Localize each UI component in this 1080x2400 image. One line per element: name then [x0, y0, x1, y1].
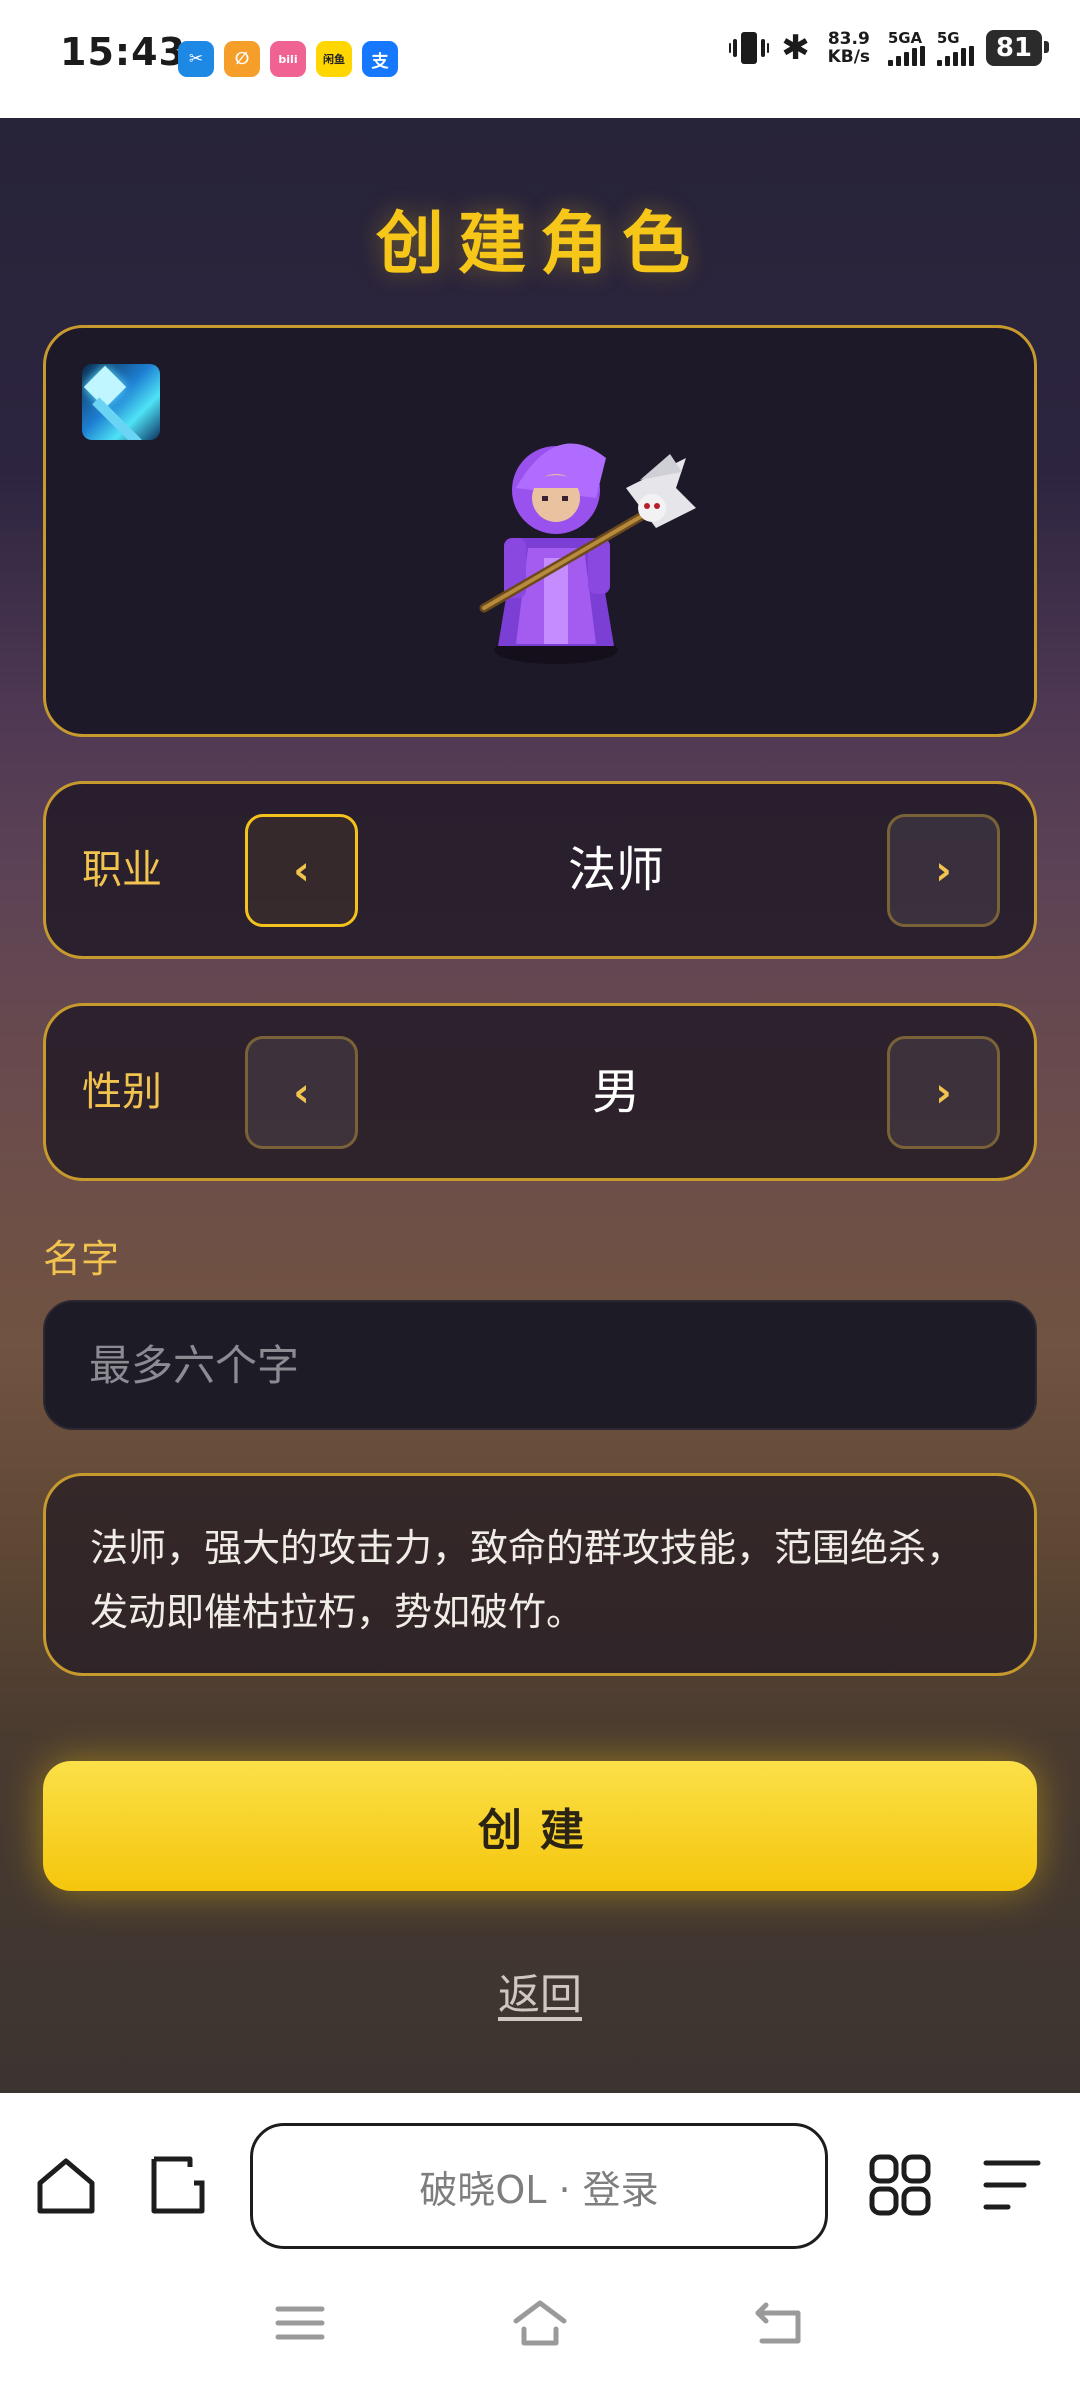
app-icon-2: ∅	[224, 41, 260, 77]
vibrate-icon	[729, 30, 770, 66]
class-value: 法师	[567, 842, 664, 898]
back-link-row: 返回	[0, 1961, 1080, 2022]
name-label: 名字	[43, 1237, 120, 1281]
class-next-button[interactable]: ›	[887, 814, 1000, 927]
system-nav-bar	[0, 2273, 1080, 2400]
class-description: 法师，强大的攻击力，致命的群攻技能，范围绝杀，发动即催枯拉朽，势如破竹。	[43, 1473, 1037, 1676]
gender-label: 性别	[82, 1069, 162, 1115]
gender-prev-button[interactable]: ‹	[245, 1036, 358, 1149]
character-preview	[43, 325, 1037, 737]
mage-staff-icon	[82, 364, 160, 440]
recents-icon[interactable]	[272, 2295, 328, 2351]
battery-icon: 81	[985, 30, 1050, 66]
gender-value: 男	[591, 1064, 640, 1120]
signal-bars-icon	[887, 46, 925, 66]
class-label: 职业	[82, 847, 162, 893]
signal-sim1: 5GA	[887, 30, 925, 66]
status-bar: 15:43 ✂ ∅ bili 闲鱼 支 ✱ 83.9 KB/s 5GA 5G 8…	[0, 0, 1080, 118]
back-link[interactable]: 返回	[498, 1970, 582, 2019]
gender-next-button[interactable]: ›	[887, 1036, 1000, 1149]
apps-grid-icon[interactable]	[868, 2153, 932, 2217]
bluetooth-icon: ✱	[781, 28, 810, 68]
page-title: 创建角色	[375, 205, 704, 284]
notification-app-icons: ✂ ∅ bili 闲鱼 支	[178, 41, 398, 77]
status-icons: ✱ 83.9 KB/s 5GA 5G 81	[729, 28, 1050, 68]
signal-sim2: 5G	[936, 30, 974, 66]
address-bar[interactable]: 破晓OL · 登录	[250, 2123, 828, 2249]
create-character-page: 创建角色 职业 ‹ 法师 › 性别 ‹ 男 › 名字 最多六个字 法师，强大的攻…	[0, 118, 1080, 2093]
name-input[interactable]	[43, 1300, 1037, 1430]
status-time: 15:43	[60, 30, 186, 74]
class-selector: 职业 ‹ 法师 ›	[43, 781, 1037, 959]
alipay-icon: 支	[362, 41, 398, 77]
menu-icon[interactable]	[980, 2153, 1044, 2217]
back-icon[interactable]	[752, 2295, 808, 2351]
character-sprite	[479, 443, 696, 664]
gender-selector: 性别 ‹ 男 ›	[43, 1003, 1037, 1181]
app-icon-4: 闲鱼	[316, 41, 352, 77]
home-icon[interactable]	[34, 2153, 98, 2217]
tabs-icon[interactable]	[146, 2153, 210, 2217]
signal-bars-icon	[936, 46, 974, 66]
create-button[interactable]: 创建	[43, 1761, 1037, 1891]
class-prev-button[interactable]: ‹	[245, 814, 358, 927]
network-speed: 83.9 KB/s	[827, 29, 871, 67]
browser-toolbar: 破晓OL · 登录	[0, 2093, 1080, 2273]
app-icon-1: ✂	[178, 41, 214, 77]
app-icon-3: bili	[270, 41, 306, 77]
home-nav-icon[interactable]	[512, 2295, 568, 2351]
